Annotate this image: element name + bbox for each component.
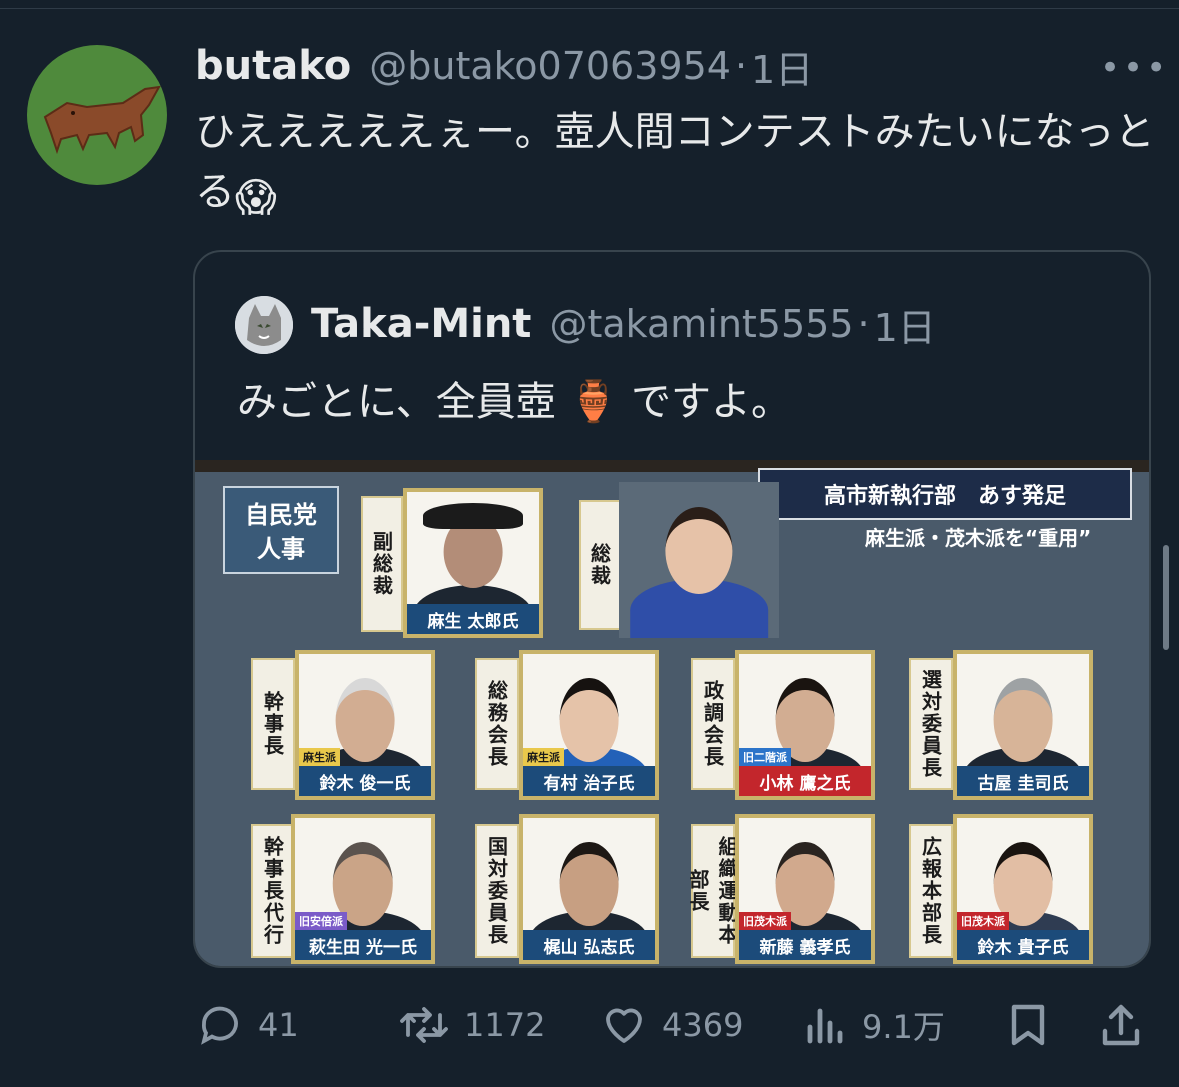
- portrait-card: 麻生派 鈴木 俊一氏: [295, 650, 435, 800]
- position-title: 総務会長: [475, 658, 519, 790]
- portrait-card: 旧安倍派 萩生田 光一氏: [291, 814, 435, 964]
- portrait-card: 麻生派 有村 治子氏: [519, 650, 659, 800]
- quoted-time[interactable]: 1日: [874, 297, 936, 352]
- person-name: 麻生 太郎氏: [407, 604, 539, 634]
- person-name: 有村 治子氏: [523, 766, 655, 796]
- person-name: 鈴木 貴子氏: [957, 930, 1089, 960]
- tweet-text: ひえええええぇー。壺人間コンテストみたいになっとる😱: [195, 102, 1155, 228]
- position-title: 幹事長: [251, 658, 295, 790]
- person-name: 萩生田 光一氏: [295, 930, 431, 960]
- portrait-card: 古屋 圭司氏: [953, 650, 1093, 800]
- portrait-face: [665, 506, 733, 594]
- quoted-image[interactable]: 自民党 人事 高市新執行部 あす発足 麻生派・茂木派を“重用” 副総裁 麻生 太郎…: [195, 460, 1149, 966]
- portrait-face: [559, 678, 619, 762]
- position-title: 政調会長: [691, 658, 735, 790]
- image-corner-tag: 自民党 人事: [223, 486, 339, 574]
- portrait-card: 麻生 太郎氏: [403, 488, 543, 638]
- position-title: 組織運動本部長: [686, 824, 739, 958]
- heart-icon: [606, 1008, 642, 1043]
- person-name: 新藤 義孝氏: [739, 930, 871, 960]
- faction-badge: 麻生派: [523, 748, 564, 766]
- quoted-author-handle[interactable]: @takamint5555: [549, 302, 853, 346]
- views-button[interactable]: 9.1万: [804, 995, 945, 1055]
- share-button[interactable]: [1098, 995, 1158, 1055]
- tweet-time[interactable]: 1日: [751, 39, 813, 94]
- portrait-face: [993, 678, 1053, 762]
- quoted-author-name[interactable]: Taka-Mint: [311, 301, 531, 347]
- faction-badge: 旧茂木派: [739, 912, 791, 930]
- position-title: 広報本部長: [909, 824, 953, 958]
- person-name: 梶山 弘志氏: [523, 930, 655, 960]
- reply-count: 41: [258, 1006, 299, 1044]
- image-subline: 麻生派・茂木派を“重用”: [865, 526, 1092, 550]
- bookmark-icon: [1011, 1004, 1045, 1046]
- faction-badge: 旧安倍派: [295, 912, 347, 930]
- portrait-card: [619, 482, 779, 638]
- more-icon[interactable]: •••: [1100, 48, 1169, 88]
- faction-badge: 麻生派: [299, 748, 340, 766]
- quoted-tweet[interactable]: Taka-Mint @takamint5555 · 1日 みごとに、全員壺 🏺 …: [193, 250, 1151, 968]
- quoted-separator: ·: [857, 302, 870, 346]
- quoted-text-before: みごとに、全員壺: [237, 379, 556, 425]
- author-name[interactable]: butako: [195, 43, 351, 89]
- like-count: 4369: [662, 1006, 744, 1044]
- portrait-face: [559, 842, 619, 926]
- bookmark-button[interactable]: [1006, 995, 1064, 1055]
- scream-emoji: 😱: [235, 175, 277, 221]
- reply-icon: [201, 1006, 238, 1045]
- retweet-button[interactable]: 1172: [398, 995, 545, 1055]
- action-bar: 41 1172 4369 9.1万: [0, 995, 1179, 1055]
- tweet-body: ひえええええぇー。壺人間コンテストみたいになっとる: [195, 109, 1155, 215]
- portrait-card: 梶山 弘志氏: [519, 814, 659, 964]
- quoted-text: みごとに、全員壺 🏺 ですよ。: [237, 372, 791, 432]
- views-count: 9.1万: [862, 1008, 945, 1046]
- portrait-card: 旧二階派 小林 鷹之氏: [735, 650, 875, 800]
- quoted-text-after: ですよ。: [631, 379, 792, 425]
- reply-button[interactable]: 41: [196, 995, 299, 1055]
- position-title: 副総裁: [361, 496, 403, 632]
- share-icon: [1102, 1004, 1140, 1046]
- faction-badge: 旧茂木派: [957, 912, 1009, 930]
- vase-emoji: 🏺: [568, 379, 619, 425]
- image-headline: 高市新執行部 あす発足: [758, 468, 1132, 520]
- position-title: 国対委員長: [475, 824, 519, 958]
- position-title: 幹事長代行: [251, 824, 295, 958]
- separator-dot: ·: [734, 44, 748, 88]
- portrait-card: 旧茂木派 新藤 義孝氏: [735, 814, 875, 964]
- quoted-header: Taka-Mint @takamint5555 · 1日: [311, 294, 936, 354]
- scrollbar[interactable]: [1163, 545, 1169, 650]
- author-handle[interactable]: @butako07063954: [369, 44, 731, 88]
- top-divider: [0, 8, 1179, 9]
- quoted-author-avatar: [235, 296, 293, 354]
- retweet-icon: [400, 1007, 448, 1043]
- portrait-face: [335, 678, 395, 762]
- faction-badge: 旧二階派: [739, 748, 791, 766]
- like-button[interactable]: 4369: [600, 995, 743, 1055]
- retweet-count: 1172: [464, 1006, 546, 1044]
- person-name: 小林 鷹之氏: [739, 766, 871, 796]
- views-icon: [807, 1008, 843, 1044]
- tweet-header: butako @butako07063954 · 1日: [195, 38, 813, 94]
- portrait-card: 旧茂木派 鈴木 貴子氏: [953, 814, 1093, 964]
- person-name: 鈴木 俊一氏: [299, 766, 431, 796]
- portrait-hat: [422, 503, 524, 529]
- position-title: 総裁: [579, 500, 621, 630]
- person-name: 古屋 圭司氏: [957, 766, 1089, 796]
- position-title: 選対委員長: [909, 658, 953, 790]
- author-avatar[interactable]: [27, 45, 167, 185]
